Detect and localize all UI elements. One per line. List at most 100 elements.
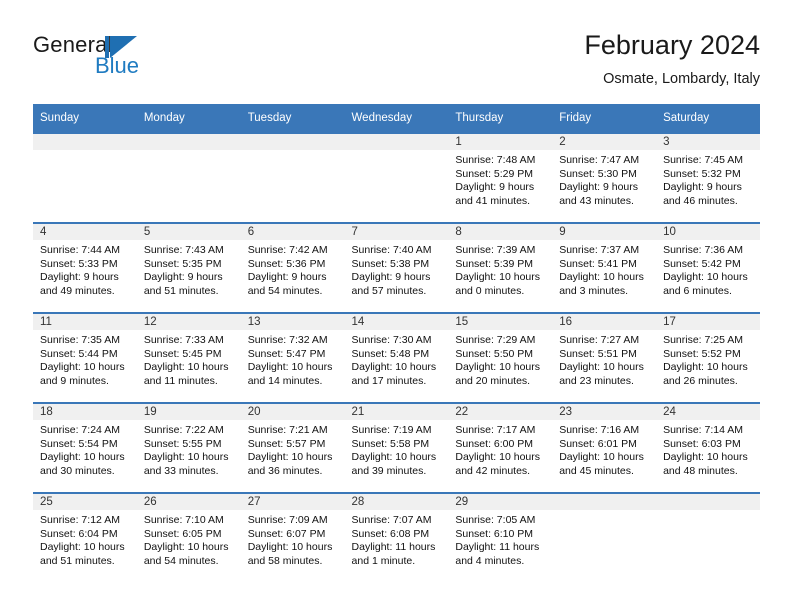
sun-info-line: and 9 minutes.	[40, 374, 109, 387]
day-cell-inner	[656, 492, 760, 582]
sun-info-line: and 51 minutes.	[143, 284, 219, 297]
sun-info-line: Sunrise: 7:21 AM	[247, 424, 328, 436]
sun-info-line: Sunset: 6:04 PM	[40, 527, 118, 540]
sun-info-line: Daylight: 10 hours	[247, 541, 333, 554]
calendar-day-cell[interactable]: 23 Sunrise: 7:16 AM Sunset: 6:01 PM Dayligh…	[552, 402, 657, 492]
calendar-day-cell[interactable]: 3 Sunrise: 7:45 AM Sunset: 5:32 PM Daylight…	[656, 132, 760, 222]
calendar-day-cell[interactable]: 26 Sunrise: 7:10 AM Sunset: 6:05 PM Dayligh…	[136, 492, 241, 582]
calendar-day-cell[interactable]: 12 Sunrise: 7:33 AM Sunset: 5:45 PM Dayligh…	[136, 312, 241, 402]
day-number: 7	[351, 226, 358, 238]
sun-info-line: Sunset: 6:07 PM	[247, 527, 326, 540]
day-cell-inner: 13 Sunrise: 7:32 AM Sunset: 5:47 PM Dayligh…	[240, 312, 345, 402]
sun-info-line: Daylight: 11 hours	[455, 541, 540, 554]
sun-info-line: Daylight: 10 hours	[40, 451, 125, 464]
calendar-header-row: Sunday Monday Tuesday Wednesday Thursday…	[33, 104, 760, 132]
calendar-day-cell[interactable]: 25 Sunrise: 7:12 AM Sunset: 6:04 PM Dayligh…	[33, 492, 137, 582]
day-number: 24	[663, 406, 676, 418]
calendar-day-cell[interactable]: 2 Sunrise: 7:47 AM Sunset: 5:30 PM Daylight…	[552, 132, 657, 222]
day-number-band: 17	[656, 312, 760, 330]
day-number-band: 18	[33, 402, 137, 420]
sun-info-line: and 51 minutes.	[40, 554, 115, 567]
calendar-day-cell[interactable]: 11 Sunrise: 7:35 AM Sunset: 5:44 PM Dayligh…	[33, 312, 137, 402]
calendar-day-cell[interactable]: 28 Sunrise: 7:07 AM Sunset: 6:08 PM Dayligh…	[344, 492, 449, 582]
day-number: 13	[247, 316, 261, 328]
day-cell-inner: 8 Sunrise: 7:39 AM Sunset: 5:39 PM Daylight…	[448, 222, 553, 312]
day-cell-inner: 15 Sunrise: 7:29 AM Sunset: 5:50 PM Dayligh…	[448, 312, 553, 402]
calendar-day-cell[interactable]: 22 Sunrise: 7:17 AM Sunset: 6:00 PM Dayligh…	[448, 402, 553, 492]
calendar-day-cell[interactable]: 20 Sunrise: 7:21 AM Sunset: 5:57 PM Dayligh…	[240, 402, 345, 492]
sun-info-line: Sunset: 6:03 PM	[663, 437, 741, 450]
calendar-day-cell[interactable]: 19 Sunrise: 7:22 AM Sunset: 5:55 PM Dayligh…	[136, 402, 241, 492]
calendar-day-cell[interactable]: 9 Sunrise: 7:37 AM Sunset: 5:41 PM Daylight…	[552, 222, 657, 312]
day-number-band: 23	[552, 402, 657, 420]
sun-info-line: Sunrise: 7:29 AM	[455, 334, 536, 346]
sun-info-line: Sunrise: 7:22 AM	[143, 424, 224, 436]
day-cell-inner: 20 Sunrise: 7:21 AM Sunset: 5:57 PM Dayligh…	[240, 402, 345, 492]
sun-info-line: and 23 minutes.	[559, 374, 634, 387]
sun-info-line: and 33 minutes.	[143, 464, 219, 477]
calendar-day-cell[interactable]: 15 Sunrise: 7:29 AM Sunset: 5:50 PM Dayligh…	[448, 312, 553, 402]
calendar-day-cell[interactable]: 8 Sunrise: 7:39 AM Sunset: 5:39 PM Daylight…	[448, 222, 553, 312]
calendar-day-cell[interactable]: 1 Sunrise: 7:48 AM Sunset: 5:29 PM Daylight…	[448, 132, 553, 222]
calendar-day-cell[interactable]: 14 Sunrise: 7:30 AM Sunset: 5:48 PM Dayligh…	[344, 312, 449, 402]
calendar-day-cell[interactable]: 7 Sunrise: 7:40 AM Sunset: 5:38 PM Daylight…	[344, 222, 449, 312]
sun-info-line: Daylight: 10 hours	[663, 451, 748, 464]
sun-info-line: Sunrise: 7:37 AM	[559, 244, 640, 256]
sun-info: Sunrise: 7:05 AM Sunset: 6:10 PM Daylight:…	[448, 510, 552, 568]
sun-info-line: Sunrise: 7:12 AM	[40, 514, 120, 526]
day-number-band: 22	[448, 402, 553, 420]
calendar-day-cell[interactable]: 10 Sunrise: 7:36 AM Sunset: 5:42 PM Dayligh…	[656, 222, 760, 312]
calendar-day-cell[interactable]: 4 Sunrise: 7:44 AM Sunset: 5:33 PM Daylight…	[33, 222, 137, 312]
sun-info-line: and 57 minutes.	[351, 284, 427, 297]
sun-info: Sunrise: 7:12 AM Sunset: 6:04 PM Daylight:…	[33, 510, 137, 568]
sun-info-line: Sunset: 5:41 PM	[559, 257, 637, 270]
day-number-band: 7	[344, 222, 449, 240]
sun-info-line: Daylight: 10 hours	[143, 361, 229, 374]
sun-info-line: Sunset: 5:42 PM	[663, 257, 741, 270]
sun-info-line: Daylight: 10 hours	[247, 451, 333, 464]
day-number-band: 2	[552, 132, 657, 150]
sun-info-line: and 11 minutes.	[143, 374, 218, 387]
day-number: 3	[663, 136, 670, 148]
day-cell-inner: 3 Sunrise: 7:45 AM Sunset: 5:32 PM Daylight…	[656, 132, 760, 222]
page-title: February 2024	[584, 30, 760, 60]
day-number-band: 3	[656, 132, 760, 150]
day-number: 2	[559, 136, 566, 148]
day-number: 20	[247, 406, 261, 418]
calendar-day-cell[interactable]: 29 Sunrise: 7:05 AM Sunset: 6:10 PM Dayligh…	[448, 492, 553, 582]
day-number: 14	[351, 316, 365, 328]
calendar-day-cell[interactable]: 6 Sunrise: 7:42 AM Sunset: 5:36 PM Daylight…	[240, 222, 345, 312]
calendar-day-cell[interactable]: 18 Sunrise: 7:24 AM Sunset: 5:54 PM Dayligh…	[33, 402, 137, 492]
calendar-day-cell[interactable]: 27 Sunrise: 7:09 AM Sunset: 6:07 PM Dayligh…	[240, 492, 345, 582]
sun-info-line: Daylight: 10 hours	[455, 451, 541, 464]
sun-info-line: Sunrise: 7:33 AM	[143, 334, 224, 346]
sun-info-line: and 54 minutes.	[247, 284, 323, 297]
sun-info-line: Sunset: 5:36 PM	[247, 257, 326, 270]
sun-info-line: Sunset: 5:48 PM	[351, 347, 430, 360]
sun-info-line: Daylight: 10 hours	[455, 361, 541, 374]
calendar-empty-cell	[656, 492, 760, 582]
day-cell-inner	[552, 492, 657, 582]
sun-info: Sunrise: 7:30 AM Sunset: 5:48 PM Daylight:…	[345, 330, 449, 388]
calendar-empty-cell	[136, 132, 241, 222]
day-number: 12	[143, 316, 157, 328]
brand-logo[interactable]: General Blue	[33, 32, 263, 90]
calendar-day-cell[interactable]: 16 Sunrise: 7:27 AM Sunset: 5:51 PM Dayligh…	[552, 312, 657, 402]
day-cell-inner: 28 Sunrise: 7:07 AM Sunset: 6:08 PM Dayligh…	[344, 492, 449, 582]
sun-info-line: and 1 minute.	[351, 554, 416, 567]
sun-info: Sunrise: 7:33 AM Sunset: 5:45 PM Daylight:…	[137, 330, 241, 388]
day-number: 22	[455, 406, 469, 418]
calendar-day-cell[interactable]: 5 Sunrise: 7:43 AM Sunset: 5:35 PM Daylight…	[136, 222, 241, 312]
calendar-day-cell[interactable]: 13 Sunrise: 7:32 AM Sunset: 5:47 PM Dayligh…	[240, 312, 345, 402]
calendar-day-cell[interactable]: 24 Sunrise: 7:14 AM Sunset: 6:03 PM Dayligh…	[656, 402, 760, 492]
day-cell-inner: 17 Sunrise: 7:25 AM Sunset: 5:52 PM Dayligh…	[656, 312, 760, 402]
sun-info-line: and 20 minutes.	[455, 374, 531, 387]
calendar-day-cell[interactable]: 17 Sunrise: 7:25 AM Sunset: 5:52 PM Dayligh…	[656, 312, 760, 402]
day-number-band: 13	[240, 312, 345, 330]
day-cell-inner: 19 Sunrise: 7:22 AM Sunset: 5:55 PM Dayligh…	[136, 402, 241, 492]
day-number-band: 4	[33, 222, 137, 240]
sun-info-line: Daylight: 9 hours	[247, 271, 327, 284]
calendar-day-cell[interactable]: 21 Sunrise: 7:19 AM Sunset: 5:58 PM Dayligh…	[344, 402, 449, 492]
sun-info-line: Sunrise: 7:42 AM	[247, 244, 328, 256]
sun-info: Sunrise: 7:25 AM Sunset: 5:52 PM Daylight:…	[656, 330, 760, 388]
